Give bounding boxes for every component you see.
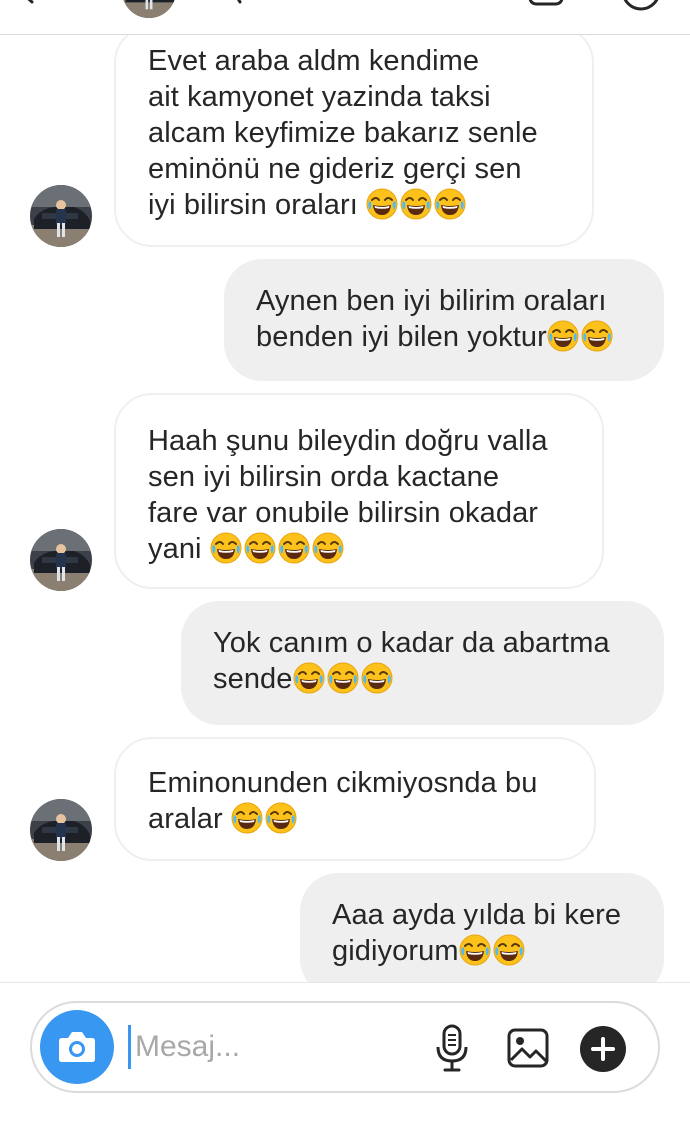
laughing-emoji-icon [327, 662, 359, 694]
emoji-group [366, 189, 468, 221]
message-thread[interactable]: Evet araba aldm kendime ait kamyonet yaz… [0, 35, 690, 982]
laughing-emoji-icon [581, 320, 613, 352]
message-line: Eminonunden cikmiyosnda bu [148, 767, 538, 799]
sender-avatar[interactable] [30, 185, 92, 247]
message-line: benden iyi bilen yoktur [256, 319, 664, 355]
laughing-emoji-icon [361, 662, 393, 694]
message-line: Evet araba aldm kendime [148, 45, 480, 77]
sender-avatar[interactable] [30, 529, 92, 591]
laughing-emoji-icon [210, 532, 242, 564]
camera-button[interactable] [40, 1010, 114, 1084]
message-line: sende [213, 661, 664, 697]
message-line: fare var onubile bilirsin okadar [148, 497, 539, 529]
message-input[interactable] [128, 1025, 415, 1069]
message-line: eminönü ne gideriz gerçi sen [148, 153, 522, 185]
laughing-emoji-icon [434, 188, 466, 220]
emoji-group [231, 803, 299, 835]
emoji-group [293, 663, 395, 695]
video-call-icon[interactable] [528, 0, 566, 6]
message-line: Haah şunu bileydin doğru valla [148, 425, 548, 457]
message-line: Aynen ben iyi bilirim oraları [256, 285, 607, 317]
emoji-group [547, 321, 615, 353]
laughing-emoji-icon [312, 532, 344, 564]
plus-button[interactable] [580, 1026, 626, 1072]
laughing-emoji-icon [366, 188, 398, 220]
emoji-group [459, 935, 527, 967]
composer-bar [0, 982, 690, 1123]
laughing-emoji-icon [293, 662, 325, 694]
message-line: alcam keyfimize bakarız senle [148, 117, 538, 149]
message-line: yani [148, 531, 602, 567]
laughing-emoji-icon [400, 188, 432, 220]
dm-screen: Evet araba aldm kendime ait kamyonet yaz… [0, 0, 690, 1123]
camera-icon [59, 1032, 95, 1062]
microphone-icon[interactable] [432, 1023, 472, 1073]
info-icon[interactable] [620, 0, 662, 12]
message-line: aralar [148, 801, 594, 837]
message-bubble-incoming[interactable]: Eminonunden cikmiyosnda bu aralar [114, 737, 596, 861]
laughing-emoji-icon [459, 934, 491, 966]
message-bubble-outgoing[interactable]: Aynen ben iyi bilirim oraları benden iyi… [224, 259, 664, 381]
message-bubble-incoming[interactable]: Haah şunu bileydin doğru valla sen iyi b… [114, 393, 604, 589]
message-line: gidiyorum [332, 933, 664, 969]
message-line: Aaa ayda yılda bi kere [332, 899, 622, 931]
message-line: Yok canım o kadar da abartma [213, 627, 610, 659]
message-bubble-outgoing[interactable]: Yok canım o kadar da abartma sende [181, 601, 664, 725]
laughing-emoji-icon [278, 532, 310, 564]
message-line: ait kamyonet yazinda taksi [148, 81, 491, 113]
composer [30, 1001, 660, 1093]
message-bubble-incoming[interactable]: Evet araba aldm kendime ait kamyonet yaz… [114, 35, 594, 247]
laughing-emoji-icon [547, 320, 579, 352]
sender-avatar[interactable] [30, 799, 92, 861]
laughing-emoji-icon [231, 802, 263, 834]
header-username-fragment[interactable] [230, 0, 270, 4]
gallery-icon[interactable] [506, 1027, 550, 1069]
message-line: sen iyi bilirsin orda kactane [148, 461, 500, 493]
chat-header [0, 0, 690, 35]
message-bubble-outgoing[interactable]: Aaa ayda yılda bi kere gidiyorum [300, 873, 664, 982]
chevron-left-icon[interactable] [14, 0, 40, 4]
laughing-emoji-icon [265, 802, 297, 834]
laughing-emoji-icon [244, 532, 276, 564]
laughing-emoji-icon [493, 934, 525, 966]
header-avatar[interactable] [122, 0, 176, 18]
plus-icon [591, 1037, 615, 1061]
emoji-group [210, 533, 346, 565]
message-line: iyi bilirsin oraları [148, 187, 592, 223]
